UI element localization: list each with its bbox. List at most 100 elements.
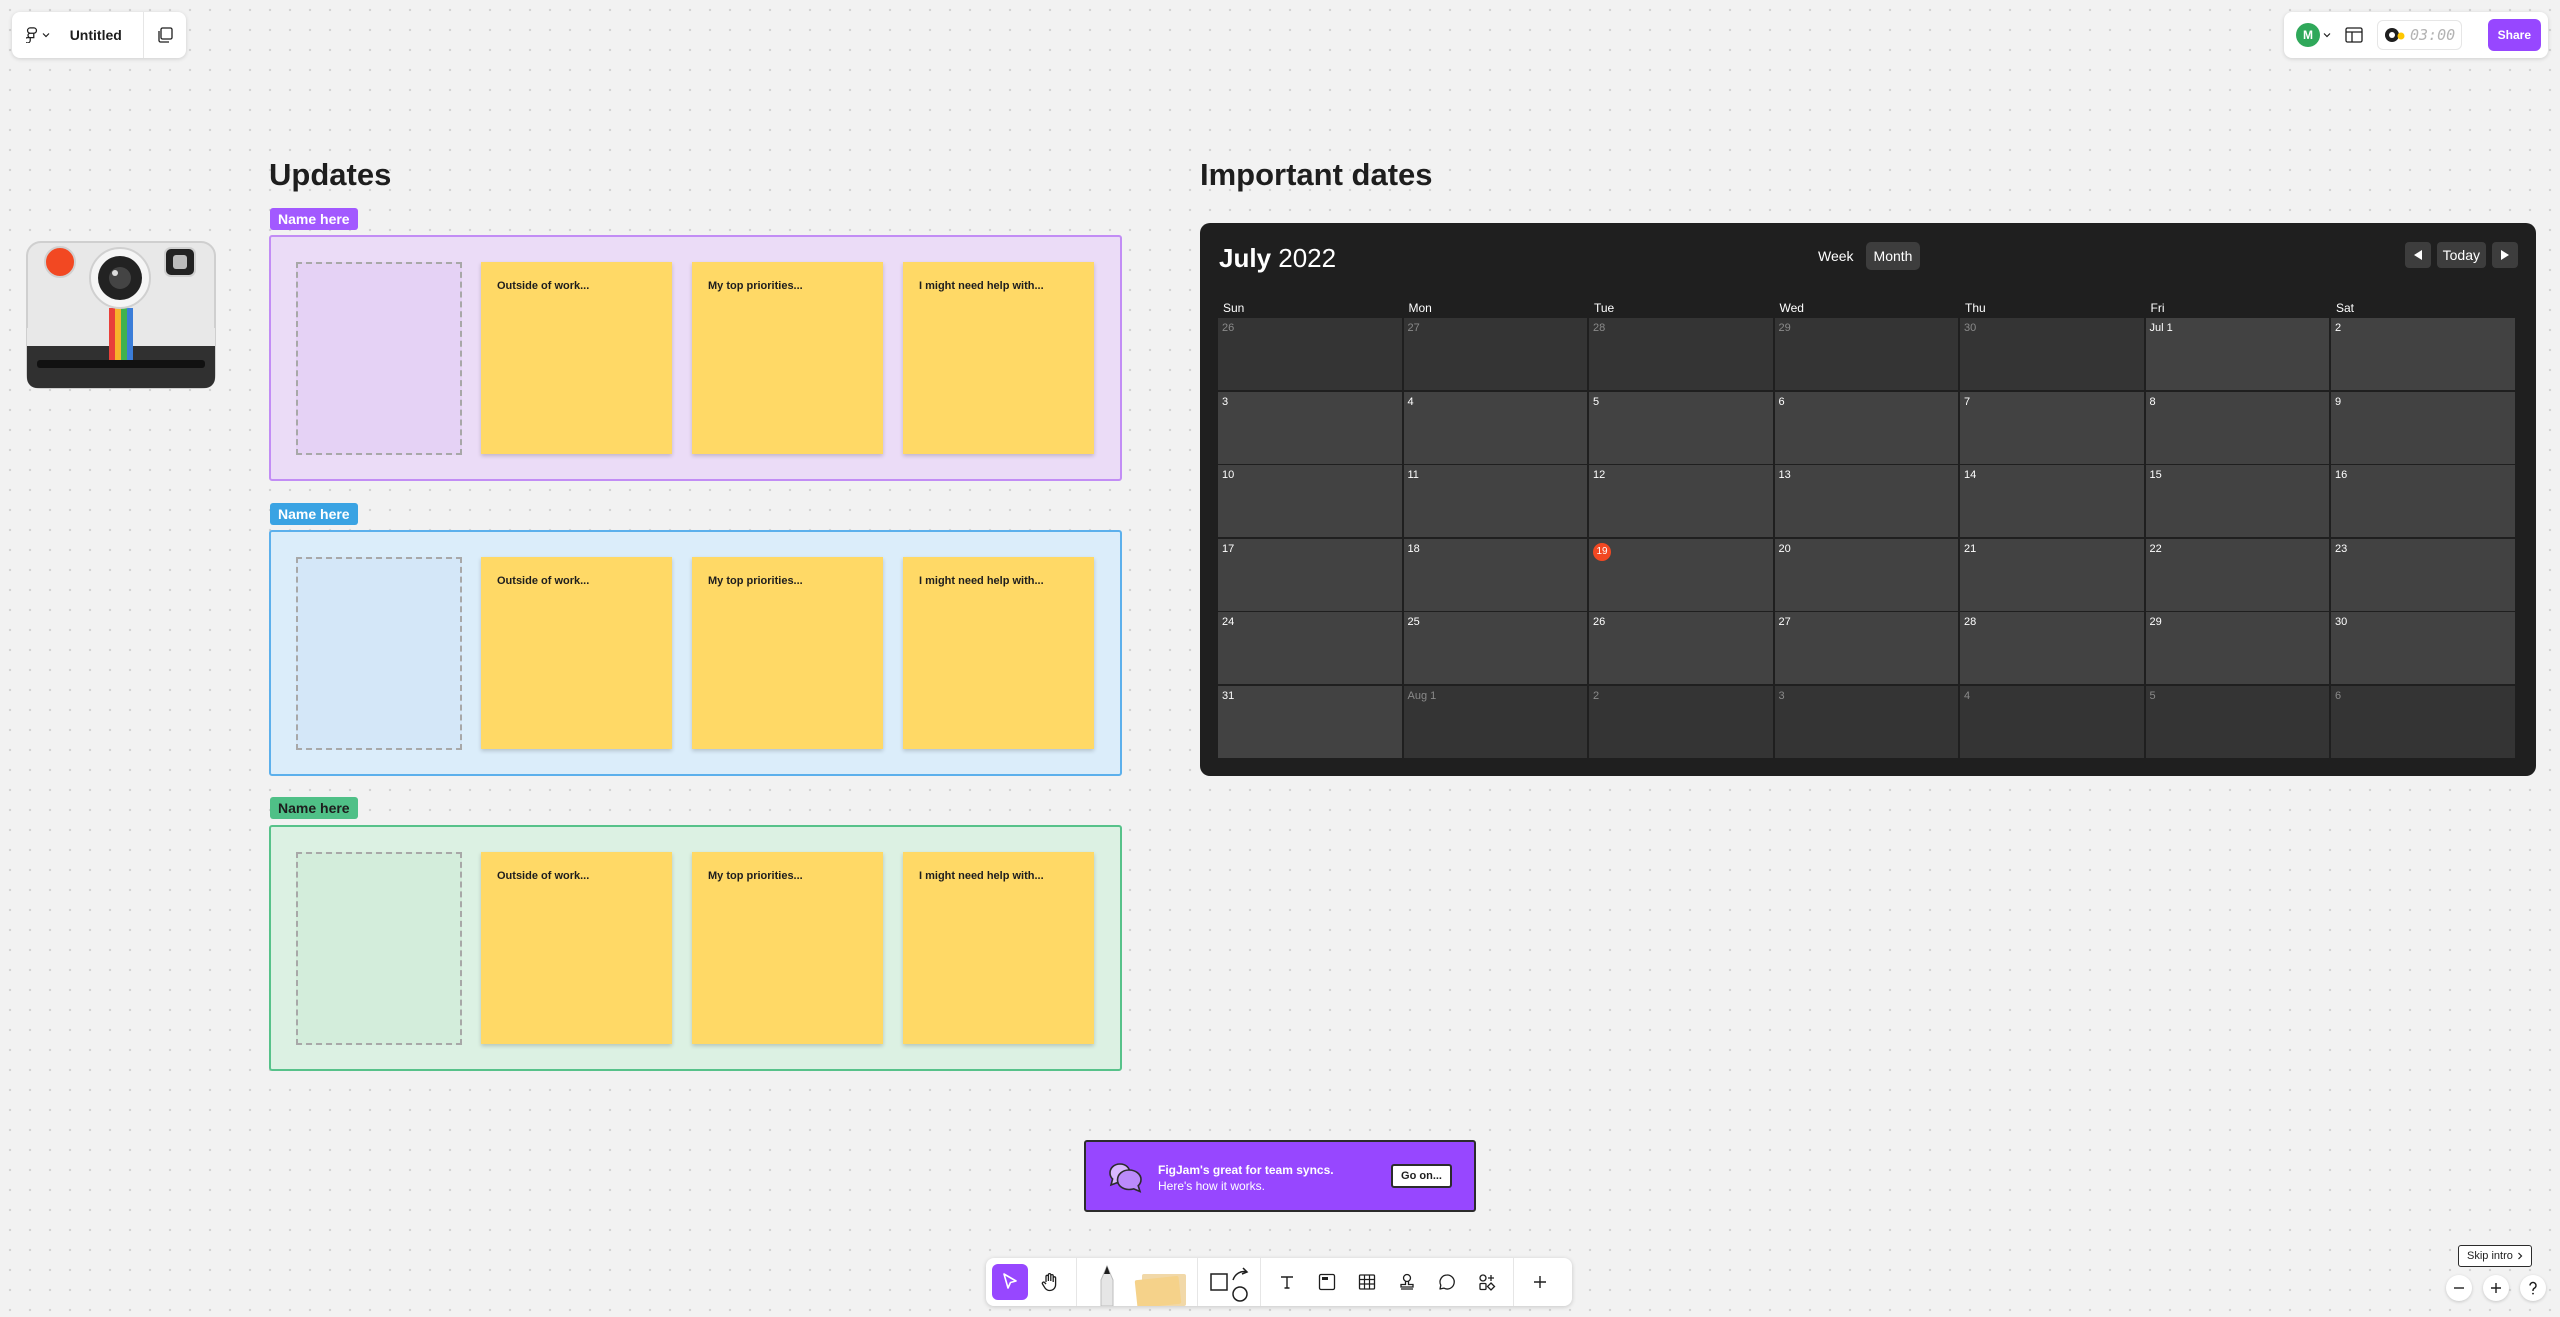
more-tools-button[interactable] xyxy=(1522,1264,1558,1300)
calendar-day-cell[interactable]: 10 xyxy=(1218,465,1402,537)
calendar-day-cell[interactable]: 27 xyxy=(1774,612,1958,684)
sticky-note[interactable]: I might need help with... xyxy=(903,852,1094,1044)
photo-placeholder[interactable] xyxy=(296,852,462,1045)
today-badge: 19 xyxy=(1593,542,1611,561)
sticky-note[interactable]: I might need help with... xyxy=(903,262,1094,454)
shape-tool-button[interactable] xyxy=(1206,1264,1252,1302)
hand-tool-button[interactable] xyxy=(1032,1264,1068,1300)
name-tag[interactable]: Name here xyxy=(270,797,358,819)
sticky-note[interactable]: Outside of work... xyxy=(481,557,672,749)
table-tool-button[interactable] xyxy=(1349,1264,1385,1300)
marker-tool-button[interactable] xyxy=(1085,1258,1129,1306)
week-view-button[interactable]: Week xyxy=(1810,242,1862,270)
calendar-day-cell[interactable]: 26 xyxy=(1218,318,1402,390)
calendar-day-cell[interactable]: 21 xyxy=(1960,538,2144,611)
sticky-note[interactable]: Outside of work... xyxy=(481,262,672,454)
calendar-day-cell[interactable]: 13 xyxy=(1774,465,1958,537)
sticky-note[interactable]: I might need help with... xyxy=(903,557,1094,749)
stamp-tool-button[interactable] xyxy=(1389,1264,1425,1300)
photo-placeholder[interactable] xyxy=(296,557,462,750)
day-number: 15 xyxy=(2149,469,2162,481)
calendar-day-cell[interactable]: 3 xyxy=(1218,391,1402,464)
sticky-note[interactable]: My top priorities... xyxy=(692,557,883,749)
shapes-icon xyxy=(1210,1267,1249,1302)
calendar-widget[interactable]: July 2022 Week Month Today Sun Mon Tue Wed T… xyxy=(1200,223,2536,776)
calendar-day-cell[interactable]: Aug 1 xyxy=(1403,685,1587,758)
today-button[interactable]: Today xyxy=(2436,242,2486,268)
day-number: 9 xyxy=(2335,395,2342,408)
calendar-day-cell[interactable]: 27 xyxy=(1403,318,1587,390)
text-tool-button[interactable] xyxy=(1269,1264,1305,1300)
calendar-day-cell[interactable]: 25 xyxy=(1403,612,1587,684)
calendar-day-cell[interactable]: 4 xyxy=(1403,391,1587,464)
calendar-day-cell[interactable]: 5 xyxy=(1589,391,1773,464)
calendar-day-cell[interactable]: 7 xyxy=(1960,391,2144,464)
multiplayer-menu[interactable]: M xyxy=(2296,23,2331,47)
calendar-day-cell[interactable]: 3 xyxy=(1774,685,1958,758)
sticky-note[interactable]: My top priorities... xyxy=(692,262,883,454)
calendar-day-cell[interactable]: 28 xyxy=(1960,612,2144,684)
section-tool-button[interactable] xyxy=(1309,1264,1345,1300)
section-icon xyxy=(1318,1273,1336,1291)
calendar-day-cell[interactable]: Jul 1 xyxy=(2145,318,2329,390)
calendar-day-cell[interactable]: 12 xyxy=(1589,465,1773,537)
calendar-day-cell[interactable]: 17 xyxy=(1218,538,1402,611)
widgets-tool-button[interactable] xyxy=(1469,1264,1505,1300)
skip-intro-button[interactable]: Skip intro xyxy=(2458,1245,2532,1267)
sticky-tool-button[interactable] xyxy=(1133,1258,1189,1306)
help-button[interactable] xyxy=(2520,1275,2546,1301)
main-menu-button[interactable] xyxy=(12,12,64,58)
calendar-day-cell[interactable]: 22 xyxy=(2145,538,2329,611)
next-month-button[interactable] xyxy=(2492,242,2518,268)
calendar-day-cell[interactable]: 28 xyxy=(1589,318,1773,390)
day-number: 30 xyxy=(2335,616,2348,628)
day-number: 16 xyxy=(2335,469,2348,481)
calendar-day-cell[interactable]: 30 xyxy=(2331,612,2515,684)
calendar-day-cell[interactable]: 14 xyxy=(1960,465,2144,537)
go-on-button[interactable]: Go on... xyxy=(1391,1164,1452,1188)
calendar-day-cell[interactable]: 16 xyxy=(2331,465,2515,537)
calendar-day-cell[interactable]: 20 xyxy=(1774,538,1958,611)
updates-heading: Updates xyxy=(269,157,392,192)
timer[interactable]: 03:00 xyxy=(2377,20,2463,50)
calendar-day-cell[interactable]: 9 xyxy=(2331,391,2515,464)
calendar-day-cell[interactable]: 6 xyxy=(2331,685,2515,758)
sticky-note[interactable]: My top priorities... xyxy=(692,852,883,1044)
calendar-day-cell[interactable]: 23 xyxy=(2331,538,2515,611)
instant-camera-sticker[interactable] xyxy=(25,238,217,396)
layout-button[interactable] xyxy=(2339,20,2369,50)
zoom-out-button[interactable] xyxy=(2446,1275,2472,1301)
name-tag[interactable]: Name here xyxy=(270,503,358,525)
calendar-day-cell[interactable]: 29 xyxy=(2145,612,2329,684)
calendar-day-cell[interactable]: 6 xyxy=(1774,391,1958,464)
calendar-day-cell[interactable]: 2 xyxy=(1589,685,1773,758)
calendar-day-cell[interactable]: 29 xyxy=(1774,318,1958,390)
calendar-day-cell[interactable]: 31 xyxy=(1218,685,1402,758)
day-number: 2 xyxy=(2335,322,2342,334)
calendar-day-cell[interactable]: 15 xyxy=(2145,465,2329,537)
calendar-day-cell[interactable]: 26 xyxy=(1589,612,1773,684)
share-button[interactable]: Share xyxy=(2487,19,2541,51)
move-tool-button[interactable] xyxy=(992,1264,1028,1300)
name-tag[interactable]: Name here xyxy=(270,208,358,230)
prev-month-button[interactable] xyxy=(2404,242,2431,268)
photo-placeholder[interactable] xyxy=(296,262,462,455)
file-title[interactable]: Untitled xyxy=(64,27,144,43)
calendar-day-cell[interactable]: 2 xyxy=(2331,318,2515,390)
calendar-day-cell[interactable]: 11 xyxy=(1403,465,1587,537)
calendar-day-cell[interactable]: 19 xyxy=(1589,538,1773,611)
calendar-day-cell[interactable]: 24 xyxy=(1218,612,1402,684)
calendar-nav: Today xyxy=(2404,242,2518,268)
cursor-icon xyxy=(1003,1273,1017,1289)
calendar-day-cell[interactable]: 5 xyxy=(2145,685,2329,758)
avatar: M xyxy=(2296,23,2320,47)
pages-button[interactable] xyxy=(144,12,186,58)
comment-tool-button[interactable] xyxy=(1429,1264,1465,1300)
sticky-note[interactable]: Outside of work... xyxy=(481,852,672,1044)
month-view-button[interactable]: Month xyxy=(1865,242,1921,270)
calendar-day-cell[interactable]: 4 xyxy=(1960,685,2144,758)
calendar-day-cell[interactable]: 8 xyxy=(2145,391,2329,464)
calendar-day-cell[interactable]: 18 xyxy=(1403,538,1587,611)
calendar-day-cell[interactable]: 30 xyxy=(1960,318,2144,390)
zoom-in-button[interactable] xyxy=(2483,1275,2509,1301)
